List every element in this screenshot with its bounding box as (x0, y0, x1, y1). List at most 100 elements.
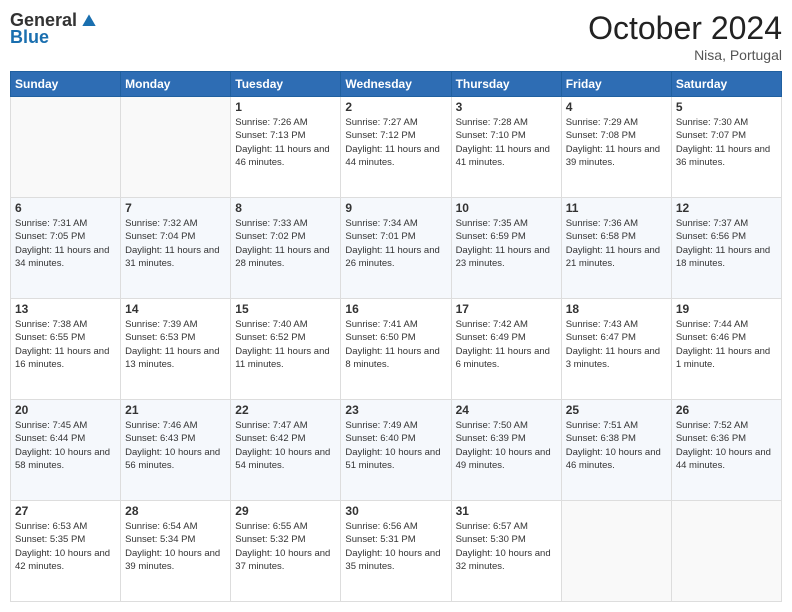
table-row: 20 Sunrise: 7:45 AM Sunset: 6:44 PM Dayli… (11, 400, 121, 501)
col-monday: Monday (121, 72, 231, 97)
table-row: 2 Sunrise: 7:27 AM Sunset: 7:12 PM Daylig… (341, 97, 451, 198)
col-thursday: Thursday (451, 72, 561, 97)
day-info: Sunrise: 6:57 AM Sunset: 5:30 PM Dayligh… (456, 520, 557, 573)
table-row: 26 Sunrise: 7:52 AM Sunset: 6:36 PM Dayli… (671, 400, 781, 501)
day-info: Sunrise: 7:42 AM Sunset: 6:49 PM Dayligh… (456, 318, 557, 371)
table-row: 27 Sunrise: 6:53 AM Sunset: 5:35 PM Dayli… (11, 501, 121, 602)
day-info: Sunrise: 7:31 AM Sunset: 7:05 PM Dayligh… (15, 217, 116, 270)
table-row: 15 Sunrise: 7:40 AM Sunset: 6:52 PM Dayli… (231, 299, 341, 400)
table-row: 13Sunrise: 7:38 AM Sunset: 6:55 PM Dayli… (11, 299, 121, 400)
table-row: 16 Sunrise: 7:41 AM Sunset: 6:50 PM Dayli… (341, 299, 451, 400)
day-info: Sunrise: 7:40 AM Sunset: 6:52 PM Dayligh… (235, 318, 336, 371)
day-number: 22 (235, 403, 336, 417)
day-number: 1 (235, 100, 336, 114)
day-info: Sunrise: 7:44 AM Sunset: 6:46 PM Dayligh… (676, 318, 777, 371)
day-info: Sunrise: 7:26 AM Sunset: 7:13 PM Dayligh… (235, 116, 336, 169)
day-number: 25 (566, 403, 667, 417)
col-wednesday: Wednesday (341, 72, 451, 97)
logo-icon (79, 11, 99, 31)
calendar-week-row: 1 Sunrise: 7:26 AM Sunset: 7:13 PM Daylig… (11, 97, 782, 198)
day-number: 31 (456, 504, 557, 518)
day-info: Sunrise: 7:52 AM Sunset: 6:36 PM Dayligh… (676, 419, 777, 472)
page: General Blue October 2024 Nisa, Portugal… (0, 0, 792, 612)
table-row: 8Sunrise: 7:33 AM Sunset: 7:02 PM Daylig… (231, 198, 341, 299)
table-row: 9 Sunrise: 7:34 AM Sunset: 7:01 PM Daylig… (341, 198, 451, 299)
day-number: 14 (125, 302, 226, 316)
table-row: 29Sunrise: 6:55 AM Sunset: 5:32 PM Dayli… (231, 501, 341, 602)
day-number: 28 (125, 504, 226, 518)
table-row: 21Sunrise: 7:46 AM Sunset: 6:43 PM Dayli… (121, 400, 231, 501)
day-info: Sunrise: 7:35 AM Sunset: 6:59 PM Dayligh… (456, 217, 557, 270)
day-number: 5 (676, 100, 777, 114)
day-info: Sunrise: 6:56 AM Sunset: 5:31 PM Dayligh… (345, 520, 446, 573)
table-row: 12 Sunrise: 7:37 AM Sunset: 6:56 PM Dayli… (671, 198, 781, 299)
day-number: 26 (676, 403, 777, 417)
day-number: 9 (345, 201, 446, 215)
calendar-table: Sunday Monday Tuesday Wednesday Thursday… (10, 71, 782, 602)
day-number: 30 (345, 504, 446, 518)
day-info: Sunrise: 6:54 AM Sunset: 5:34 PM Dayligh… (125, 520, 226, 573)
calendar-week-row: 13Sunrise: 7:38 AM Sunset: 6:55 PM Dayli… (11, 299, 782, 400)
day-number: 24 (456, 403, 557, 417)
day-info: Sunrise: 6:53 AM Sunset: 5:35 PM Dayligh… (15, 520, 116, 573)
table-row: 28 Sunrise: 6:54 AM Sunset: 5:34 PM Dayli… (121, 501, 231, 602)
day-info: Sunrise: 7:41 AM Sunset: 6:50 PM Dayligh… (345, 318, 446, 371)
table-row: 31 Sunrise: 6:57 AM Sunset: 5:30 PM Dayli… (451, 501, 561, 602)
day-info: Sunrise: 7:34 AM Sunset: 7:01 PM Dayligh… (345, 217, 446, 270)
day-number: 10 (456, 201, 557, 215)
table-row: 6 Sunrise: 7:31 AM Sunset: 7:05 PM Daylig… (11, 198, 121, 299)
col-sunday: Sunday (11, 72, 121, 97)
day-number: 23 (345, 403, 446, 417)
table-row: 14Sunrise: 7:39 AM Sunset: 6:53 PM Dayli… (121, 299, 231, 400)
month-title: October 2024 (588, 10, 782, 47)
table-row: 22 Sunrise: 7:47 AM Sunset: 6:42 PM Dayli… (231, 400, 341, 501)
day-number: 29 (235, 504, 336, 518)
day-number: 12 (676, 201, 777, 215)
day-number: 21 (125, 403, 226, 417)
title-area: October 2024 Nisa, Portugal (588, 10, 782, 63)
day-info: Sunrise: 7:49 AM Sunset: 6:40 PM Dayligh… (345, 419, 446, 472)
day-number: 4 (566, 100, 667, 114)
logo: General Blue (10, 10, 99, 48)
day-number: 17 (456, 302, 557, 316)
col-saturday: Saturday (671, 72, 781, 97)
day-info: Sunrise: 7:33 AM Sunset: 7:02 PM Dayligh… (235, 217, 336, 270)
table-row: 5 Sunrise: 7:30 AM Sunset: 7:07 PM Daylig… (671, 97, 781, 198)
day-info: Sunrise: 7:36 AM Sunset: 6:58 PM Dayligh… (566, 217, 667, 270)
day-number: 6 (15, 201, 116, 215)
calendar-week-row: 27 Sunrise: 6:53 AM Sunset: 5:35 PM Dayli… (11, 501, 782, 602)
day-number: 7 (125, 201, 226, 215)
day-number: 3 (456, 100, 557, 114)
calendar-week-row: 20 Sunrise: 7:45 AM Sunset: 6:44 PM Dayli… (11, 400, 782, 501)
table-row: 4 Sunrise: 7:29 AM Sunset: 7:08 PM Daylig… (561, 97, 671, 198)
day-info: Sunrise: 7:30 AM Sunset: 7:07 PM Dayligh… (676, 116, 777, 169)
day-info: Sunrise: 7:51 AM Sunset: 6:38 PM Dayligh… (566, 419, 667, 472)
location-subtitle: Nisa, Portugal (588, 47, 782, 63)
day-number: 11 (566, 201, 667, 215)
day-info: Sunrise: 7:29 AM Sunset: 7:08 PM Dayligh… (566, 116, 667, 169)
day-number: 16 (345, 302, 446, 316)
day-number: 13 (15, 302, 116, 316)
table-row: 17 Sunrise: 7:42 AM Sunset: 6:49 PM Dayli… (451, 299, 561, 400)
day-number: 20 (15, 403, 116, 417)
day-info: Sunrise: 7:47 AM Sunset: 6:42 PM Dayligh… (235, 419, 336, 472)
day-info: Sunrise: 7:27 AM Sunset: 7:12 PM Dayligh… (345, 116, 446, 169)
table-row: 18Sunrise: 7:43 AM Sunset: 6:47 PM Dayli… (561, 299, 671, 400)
day-number: 2 (345, 100, 446, 114)
table-row: 30 Sunrise: 6:56 AM Sunset: 5:31 PM Dayli… (341, 501, 451, 602)
table-row (671, 501, 781, 602)
logo-blue-text: Blue (10, 27, 49, 48)
table-row: 25 Sunrise: 7:51 AM Sunset: 6:38 PM Dayli… (561, 400, 671, 501)
day-info: Sunrise: 7:45 AM Sunset: 6:44 PM Dayligh… (15, 419, 116, 472)
day-info: Sunrise: 7:32 AM Sunset: 7:04 PM Dayligh… (125, 217, 226, 270)
table-row (121, 97, 231, 198)
table-row: 24Sunrise: 7:50 AM Sunset: 6:39 PM Dayli… (451, 400, 561, 501)
table-row: 7 Sunrise: 7:32 AM Sunset: 7:04 PM Daylig… (121, 198, 231, 299)
day-info: Sunrise: 7:37 AM Sunset: 6:56 PM Dayligh… (676, 217, 777, 270)
col-friday: Friday (561, 72, 671, 97)
table-row: 3Sunrise: 7:28 AM Sunset: 7:10 PM Daylig… (451, 97, 561, 198)
calendar-header-row: Sunday Monday Tuesday Wednesday Thursday… (11, 72, 782, 97)
day-number: 15 (235, 302, 336, 316)
table-row (561, 501, 671, 602)
day-number: 27 (15, 504, 116, 518)
